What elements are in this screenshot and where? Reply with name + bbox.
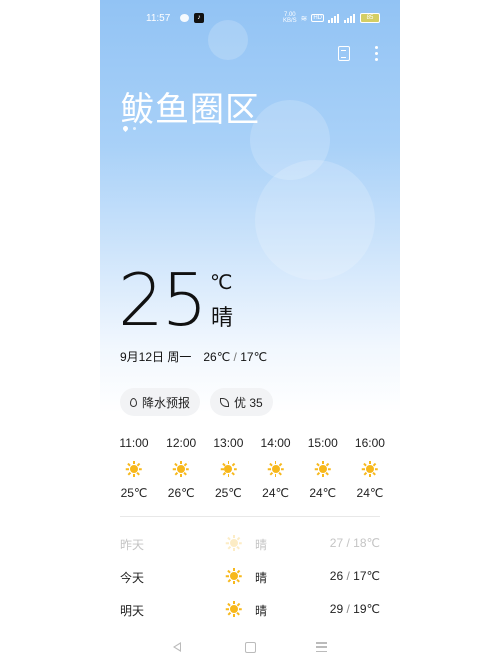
sun-icon: [314, 461, 331, 477]
daily-row-today[interactable]: 今天 晴 26 / 17℃: [100, 563, 400, 596]
day-condition: 晴: [255, 604, 268, 618]
temperature-unit: ℃: [210, 272, 233, 294]
hour-temp: 25℃: [120, 486, 148, 500]
day-low: 17℃: [353, 569, 380, 583]
home-icon[interactable]: [245, 642, 256, 653]
current-condition: 晴: [211, 305, 234, 330]
range-separator: /: [343, 602, 354, 616]
daily-row-tomorrow[interactable]: 明天 晴 29 / 19℃: [100, 596, 400, 629]
day-high: 29: [329, 602, 344, 616]
section-divider: [120, 516, 380, 517]
sun-icon: [226, 601, 242, 617]
drop-icon: [130, 397, 137, 407]
day-condition: 晴: [255, 571, 268, 585]
today-high: 26℃: [203, 350, 231, 364]
location-pin-icon: [121, 124, 130, 133]
leaf-icon: [220, 397, 230, 407]
range-separator: /: [343, 569, 354, 583]
more-options-icon[interactable]: [374, 46, 378, 61]
status-right: 7.00 KB/S ≋ HD 85: [283, 12, 380, 24]
day-temp-range: 26 / 17℃: [330, 569, 380, 583]
day-high: 27: [329, 536, 344, 550]
sun-icon: [361, 461, 378, 477]
chip-label: 优 35: [234, 395, 263, 410]
hourly-forecast[interactable]: 11:00 25℃ 12:00 26℃ 13:00 25℃ 14:00 24℃ …: [100, 436, 400, 500]
hour-time: 15:00: [307, 436, 338, 450]
system-nav-bar: [100, 638, 400, 658]
net-speed-unit: KB/S: [282, 18, 297, 24]
signal-icon: [344, 13, 356, 23]
hour-temp: 25℃: [214, 486, 242, 500]
day-temp-range: 27 / 18℃: [330, 536, 380, 550]
net-speed: 7.00 KB/S: [283, 12, 297, 24]
hour-time: 12:00: [166, 436, 197, 450]
hour-temp: 26℃: [167, 486, 195, 500]
top-actions: [338, 46, 378, 61]
hd-badge: HD: [311, 14, 324, 22]
day-name: 今天: [120, 571, 145, 585]
bokeh-decoration: [255, 160, 375, 280]
city-manage-icon[interactable]: [338, 46, 350, 61]
status-time: 11:57: [146, 13, 171, 24]
hourly-item: 12:00 26℃: [163, 436, 199, 500]
day-temp-range: 29 / 19℃: [330, 602, 380, 616]
day-high: 26: [329, 569, 344, 583]
day-low: 19℃: [353, 602, 380, 616]
hour-time: 16:00: [354, 436, 385, 450]
current-temperature: 25: [118, 258, 208, 342]
hour-temp: 24℃: [309, 486, 337, 500]
day-condition: 晴: [255, 538, 268, 552]
city-name[interactable]: 鲅鱼圈区: [120, 82, 260, 131]
chip-label: 降水预报: [142, 395, 191, 410]
current-date: 9月12日 周一: [120, 350, 192, 364]
page-indicator: [121, 124, 136, 133]
hourly-item: 13:00 25℃: [210, 436, 246, 500]
sun-icon: [173, 461, 190, 477]
status-bar: 11:57 ♪ 7.00 KB/S ≋ HD 85: [100, 10, 400, 28]
day-name: 明天: [120, 604, 145, 618]
hour-time: 13:00: [213, 436, 244, 450]
air-quality-chip[interactable]: 优 35: [210, 388, 273, 416]
wifi-icon: ≋: [300, 13, 308, 23]
sun-icon: [226, 535, 242, 551]
weather-screen: 11:57 ♪ 7.00 KB/S ≋ HD 85 鲅鱼圈区 25 ℃ 晴 9月…: [100, 0, 400, 666]
page-dot: [133, 127, 136, 130]
battery-icon: 85: [360, 13, 380, 23]
precipitation-chip[interactable]: 降水预报: [120, 388, 201, 416]
signal-icon: [328, 13, 340, 23]
tiktok-icon: ♪: [194, 13, 204, 23]
daily-forecast: 昨天 晴 27 / 18℃ 今天 晴 26 / 17℃ 明天 晴 29 / 19…: [100, 530, 400, 629]
day-low: 18℃: [353, 536, 380, 550]
hourly-item: 15:00 24℃: [305, 436, 341, 500]
hour-time: 11:00: [119, 436, 149, 450]
date-range-line: 9月12日 周一 26℃ / 17℃: [120, 348, 267, 365]
hour-temp: 24℃: [356, 486, 384, 500]
info-chips: 降水预报 优 35: [120, 388, 273, 416]
recent-apps-icon[interactable]: [316, 642, 327, 652]
sun-icon: [220, 461, 237, 477]
range-separator: /: [233, 350, 237, 364]
daily-row-yesterday[interactable]: 昨天 晴 27 / 18℃: [100, 530, 400, 563]
sun-icon: [226, 568, 242, 584]
hourly-item: 11:00 25℃: [116, 436, 152, 500]
back-icon[interactable]: [173, 642, 181, 652]
sun-icon: [126, 461, 142, 477]
hourly-item: 14:00 24℃: [258, 436, 294, 500]
range-separator: /: [343, 536, 354, 550]
sun-icon: [267, 461, 284, 477]
wechat-icon: [180, 14, 189, 22]
hourly-item: 16:00 24℃: [352, 436, 388, 500]
day-name: 昨天: [120, 538, 145, 552]
hour-temp: 24℃: [262, 486, 289, 500]
hour-time: 14:00: [260, 436, 291, 450]
today-low: 17℃: [240, 350, 268, 364]
